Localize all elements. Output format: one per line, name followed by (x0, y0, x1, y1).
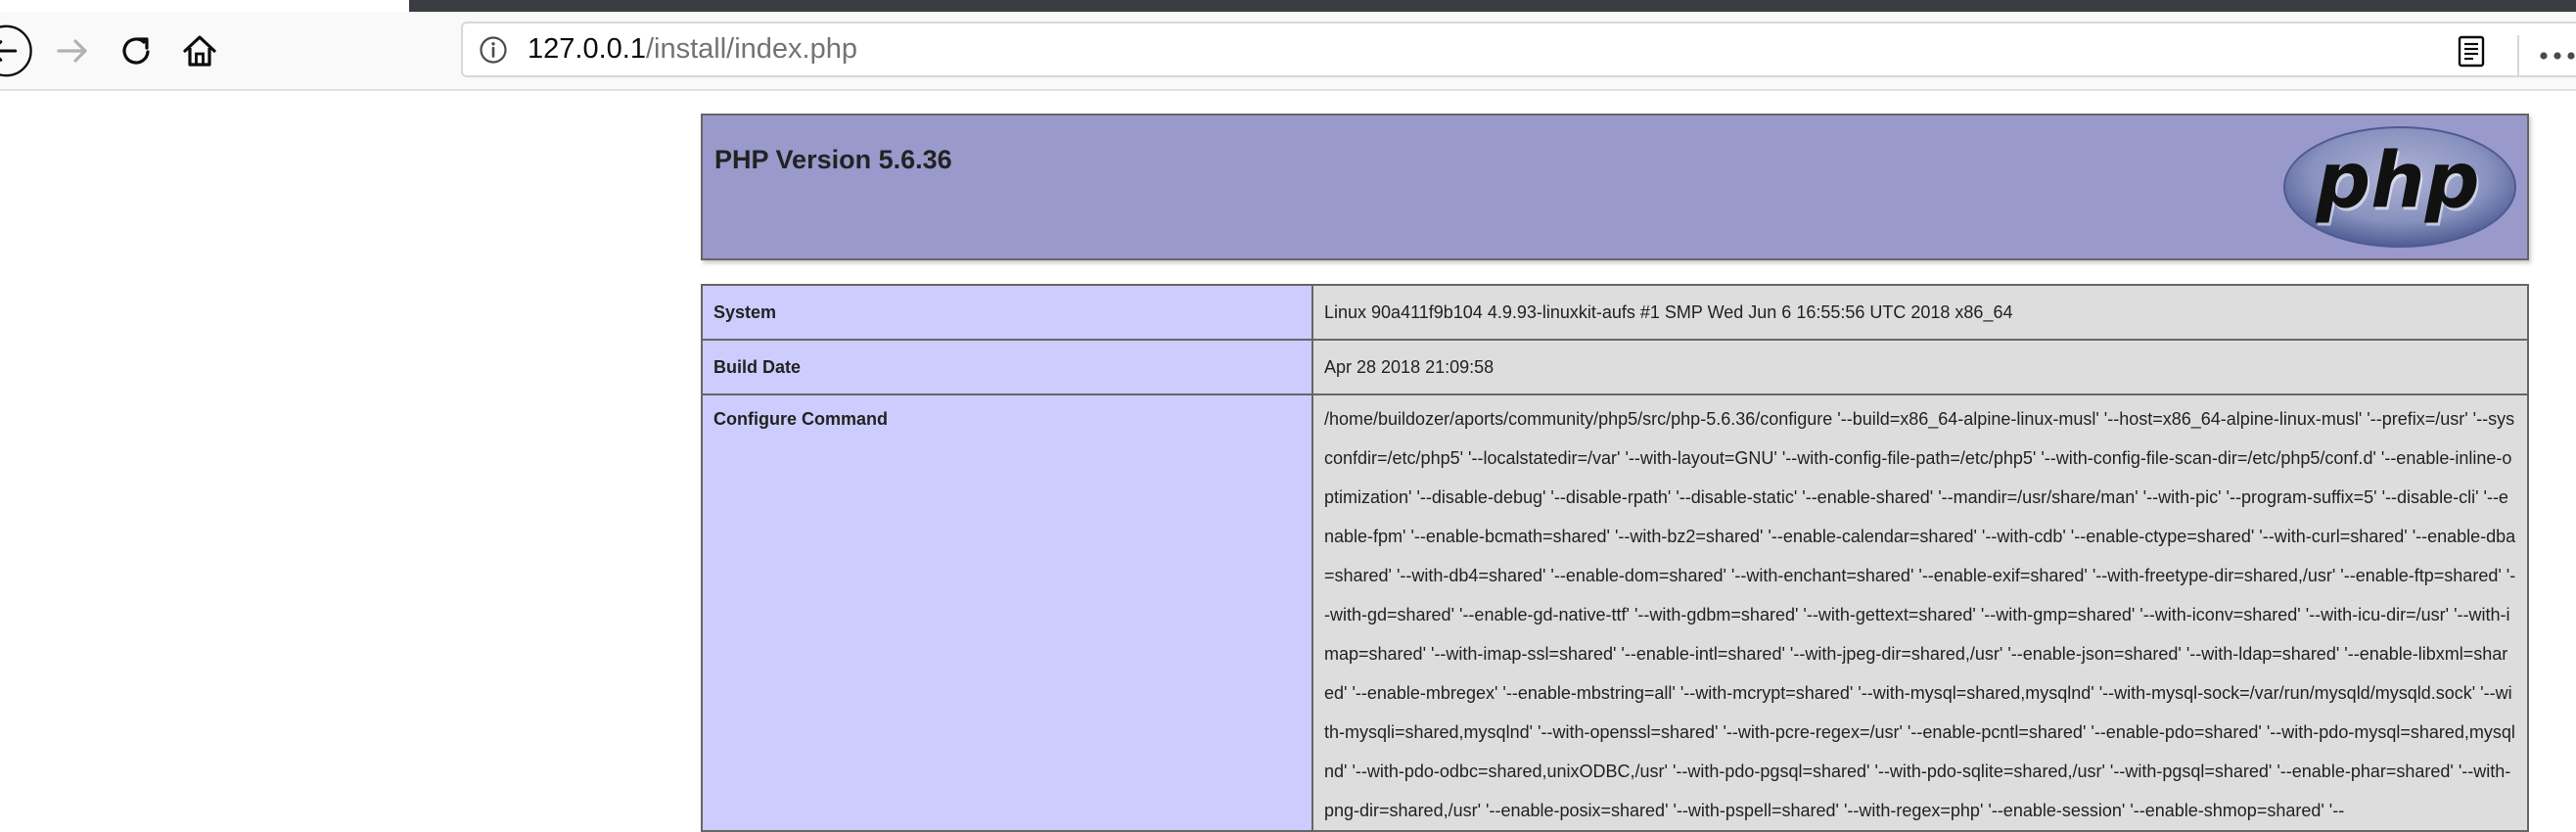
back-button[interactable] (0, 12, 39, 89)
site-info-icon[interactable] (479, 35, 508, 65)
row-label: Build Date (701, 339, 1313, 395)
svg-text:php: php (2315, 137, 2479, 225)
row-label: Configure Command (701, 393, 1313, 832)
row-value: Linux 90a411f9b104 4.9.93-linuxkit-aufs … (1311, 284, 2529, 341)
table-row-build-date: Build Date Apr 28 2018 21:09:58 (701, 339, 2529, 395)
table-row-configure-command: Configure Command /home/buildozer/aports… (701, 393, 2529, 832)
url-text[interactable]: 127.0.0.1/install/index.php (528, 23, 857, 75)
table-row-system: System Linux 90a411f9b104 4.9.93-linuxki… (701, 284, 2529, 341)
toolbar-separator (2517, 35, 2519, 76)
reload-icon (122, 36, 150, 65)
url-host: 127.0.0.1 (528, 33, 646, 65)
more-actions-icon[interactable] (2539, 51, 2576, 61)
phpinfo-header: PHP Version 5.6.36 php php (701, 114, 2529, 260)
home-icon (183, 34, 216, 67)
back-arrow-icon (0, 24, 32, 76)
php-logo: php php (2283, 126, 2516, 248)
row-value: Apr 28 2018 21:09:58 (1311, 339, 2529, 395)
home-button[interactable] (172, 12, 227, 89)
window-top-strip (409, 0, 2576, 12)
browser-toolbar: 127.0.0.1/install/index.php (0, 12, 2576, 91)
row-label: System (701, 284, 1313, 341)
reader-view-icon[interactable] (2457, 35, 2488, 69)
reload-button[interactable] (110, 12, 164, 89)
address-bar[interactable]: 127.0.0.1/install/index.php (461, 22, 2576, 77)
forward-arrow-icon (57, 38, 87, 63)
phpinfo-table: System Linux 90a411f9b104 4.9.93-linuxki… (701, 284, 2529, 832)
page-title: PHP Version 5.6.36 (714, 145, 952, 174)
forward-button[interactable] (45, 12, 100, 89)
url-path: /install/index.php (645, 33, 857, 65)
row-value: /home/buildozer/aports/community/php5/sr… (1311, 393, 2529, 832)
